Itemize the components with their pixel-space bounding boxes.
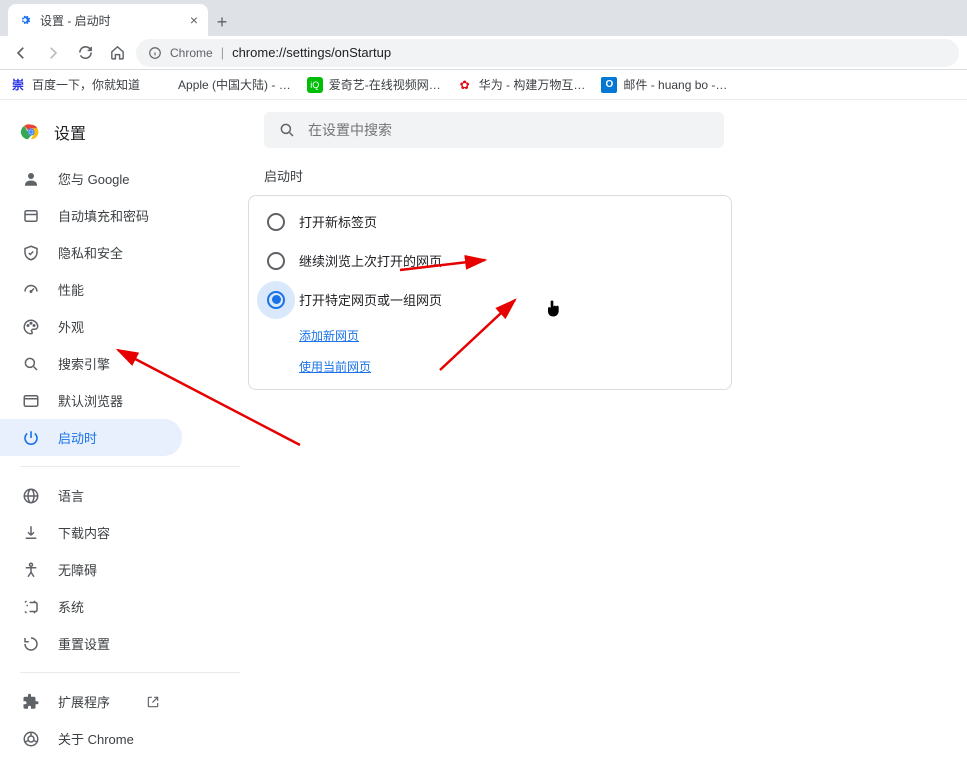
sidebar-item-person[interactable]: 您与 Google	[0, 160, 182, 197]
apple-icon	[156, 77, 172, 93]
autofill-icon	[22, 207, 40, 225]
sidebar-header: 设置	[0, 112, 240, 160]
settings-search[interactable]	[264, 112, 724, 148]
sidebar-item-system[interactable]: 系统	[0, 588, 182, 625]
settings-main: 启动时 打开新标签页 继续浏览上次打开的网页 打开特定网页或一组网页 添加新网页…	[240, 100, 967, 596]
sidebar-item-label: 您与 Google	[58, 169, 130, 188]
sidebar-title: 设置	[54, 120, 86, 144]
forward-button[interactable]	[40, 40, 66, 66]
sidebar-item-label: 无障碍	[58, 560, 97, 579]
startup-card: 打开新标签页 继续浏览上次打开的网页 打开特定网页或一组网页 添加新网页 使用当…	[248, 195, 732, 390]
outlook-icon: O	[601, 77, 617, 93]
tab-title: 设置 - 启动时	[40, 12, 111, 29]
browser-icon	[22, 392, 40, 410]
person-icon	[22, 170, 40, 188]
shield-icon	[22, 244, 40, 262]
sidebar-item-label: 默认浏览器	[58, 391, 123, 410]
bookmark-item[interactable]: O 邮件 - huang bo -…	[601, 76, 727, 93]
sidebar-item-browser[interactable]: 默认浏览器	[0, 382, 182, 419]
sidebar-item-label: 搜索引擎	[58, 354, 110, 373]
bookmarks-bar: 崇 百度一下，你就知道 Apple (中国大陆) - … iQ 爱奇艺-在线视频…	[0, 70, 967, 100]
bookmark-item[interactable]: ✿ 华为 - 构建万物互…	[457, 76, 586, 93]
sidebar-item-extension[interactable]: 扩展程序	[0, 683, 182, 720]
add-page-link[interactable]: 添加新网页	[299, 327, 359, 344]
sidebar-item-label: 系统	[58, 597, 84, 616]
globe-icon	[22, 487, 40, 505]
baidu-icon: 崇	[10, 77, 26, 93]
radio-button[interactable]	[267, 213, 285, 231]
address-bar[interactable]: Chrome | chrome://settings/onStartup	[136, 39, 959, 67]
sidebar-separator	[20, 672, 240, 673]
sidebar-item-label: 启动时	[58, 428, 97, 447]
sidebar-item-label: 自动填充和密码	[58, 206, 149, 225]
sidebar-item-speed[interactable]: 性能	[0, 271, 182, 308]
sidebar-item-label: 性能	[58, 280, 84, 299]
radio-button[interactable]	[267, 291, 285, 309]
huawei-icon: ✿	[457, 77, 473, 93]
sidebar-item-palette[interactable]: 外观	[0, 308, 182, 345]
sidebar-item-globe[interactable]: 语言	[0, 477, 182, 514]
url-scheme-label: Chrome	[170, 46, 213, 60]
sidebar-item-chrome[interactable]: 关于 Chrome	[0, 720, 182, 757]
sidebar-item-search[interactable]: 搜索引擎	[0, 345, 182, 382]
sidebar-item-download[interactable]: 下载内容	[0, 514, 182, 551]
speed-icon	[22, 281, 40, 299]
use-current-link[interactable]: 使用当前网页	[299, 358, 371, 375]
startup-option-newtab[interactable]: 打开新标签页	[249, 202, 731, 241]
sidebar-item-power[interactable]: 启动时	[0, 419, 182, 456]
back-button[interactable]	[8, 40, 34, 66]
sidebar-item-label: 下载内容	[58, 523, 110, 542]
sidebar-item-label: 扩展程序	[58, 692, 110, 711]
radio-button[interactable]	[267, 252, 285, 270]
browser-tab[interactable]: 设置 - 启动时 ×	[8, 4, 208, 36]
url-text: chrome://settings/onStartup	[232, 45, 391, 60]
power-icon	[22, 429, 40, 447]
bookmark-item[interactable]: iQ 爱奇艺-在线视频网…	[307, 76, 441, 93]
download-icon	[22, 524, 40, 542]
section-title: 启动时	[264, 166, 951, 185]
system-icon	[22, 598, 40, 616]
bookmark-item[interactable]: Apple (中国大陆) - …	[156, 76, 291, 93]
startup-option-specific[interactable]: 打开特定网页或一组网页	[249, 280, 731, 319]
sidebar-item-accessibility[interactable]: 无障碍	[0, 551, 182, 588]
external-link-icon	[146, 695, 160, 709]
reset-icon	[22, 635, 40, 653]
sidebar-item-label: 语言	[58, 486, 84, 505]
extension-icon	[22, 693, 40, 711]
search-icon	[22, 355, 40, 373]
gear-icon	[18, 13, 32, 27]
sidebar-item-label: 重置设置	[58, 634, 110, 653]
chrome-logo-icon	[20, 121, 42, 143]
settings-sidebar: 设置 您与 Google 自动填充和密码隐私和安全性能外观搜索引擎默认浏览器启动时…	[0, 100, 240, 596]
home-button[interactable]	[104, 40, 130, 66]
iqiyi-icon: iQ	[307, 77, 323, 93]
chrome-icon	[22, 730, 40, 748]
startup-option-continue[interactable]: 继续浏览上次打开的网页	[249, 241, 731, 280]
accessibility-icon	[22, 561, 40, 579]
reload-button[interactable]	[72, 40, 98, 66]
settings-search-input[interactable]	[308, 122, 710, 138]
new-tab-button[interactable]: +	[208, 8, 236, 36]
sidebar-item-reset[interactable]: 重置设置	[0, 625, 182, 662]
cursor-icon	[546, 299, 562, 315]
close-tab-icon[interactable]: ×	[190, 12, 198, 28]
search-icon	[278, 121, 296, 139]
sidebar-item-label: 隐私和安全	[58, 243, 123, 262]
sidebar-separator	[20, 466, 240, 467]
browser-toolbar: Chrome | chrome://settings/onStartup	[0, 36, 967, 70]
info-icon	[148, 46, 162, 60]
sidebar-item-label: 外观	[58, 317, 84, 336]
bookmark-item[interactable]: 崇 百度一下，你就知道	[10, 76, 140, 93]
sidebar-item-shield[interactable]: 隐私和安全	[0, 234, 182, 271]
tab-strip: 设置 - 启动时 × +	[0, 0, 967, 36]
sidebar-item-label: 关于 Chrome	[58, 729, 134, 748]
palette-icon	[22, 318, 40, 336]
sidebar-item-autofill[interactable]: 自动填充和密码	[0, 197, 182, 234]
